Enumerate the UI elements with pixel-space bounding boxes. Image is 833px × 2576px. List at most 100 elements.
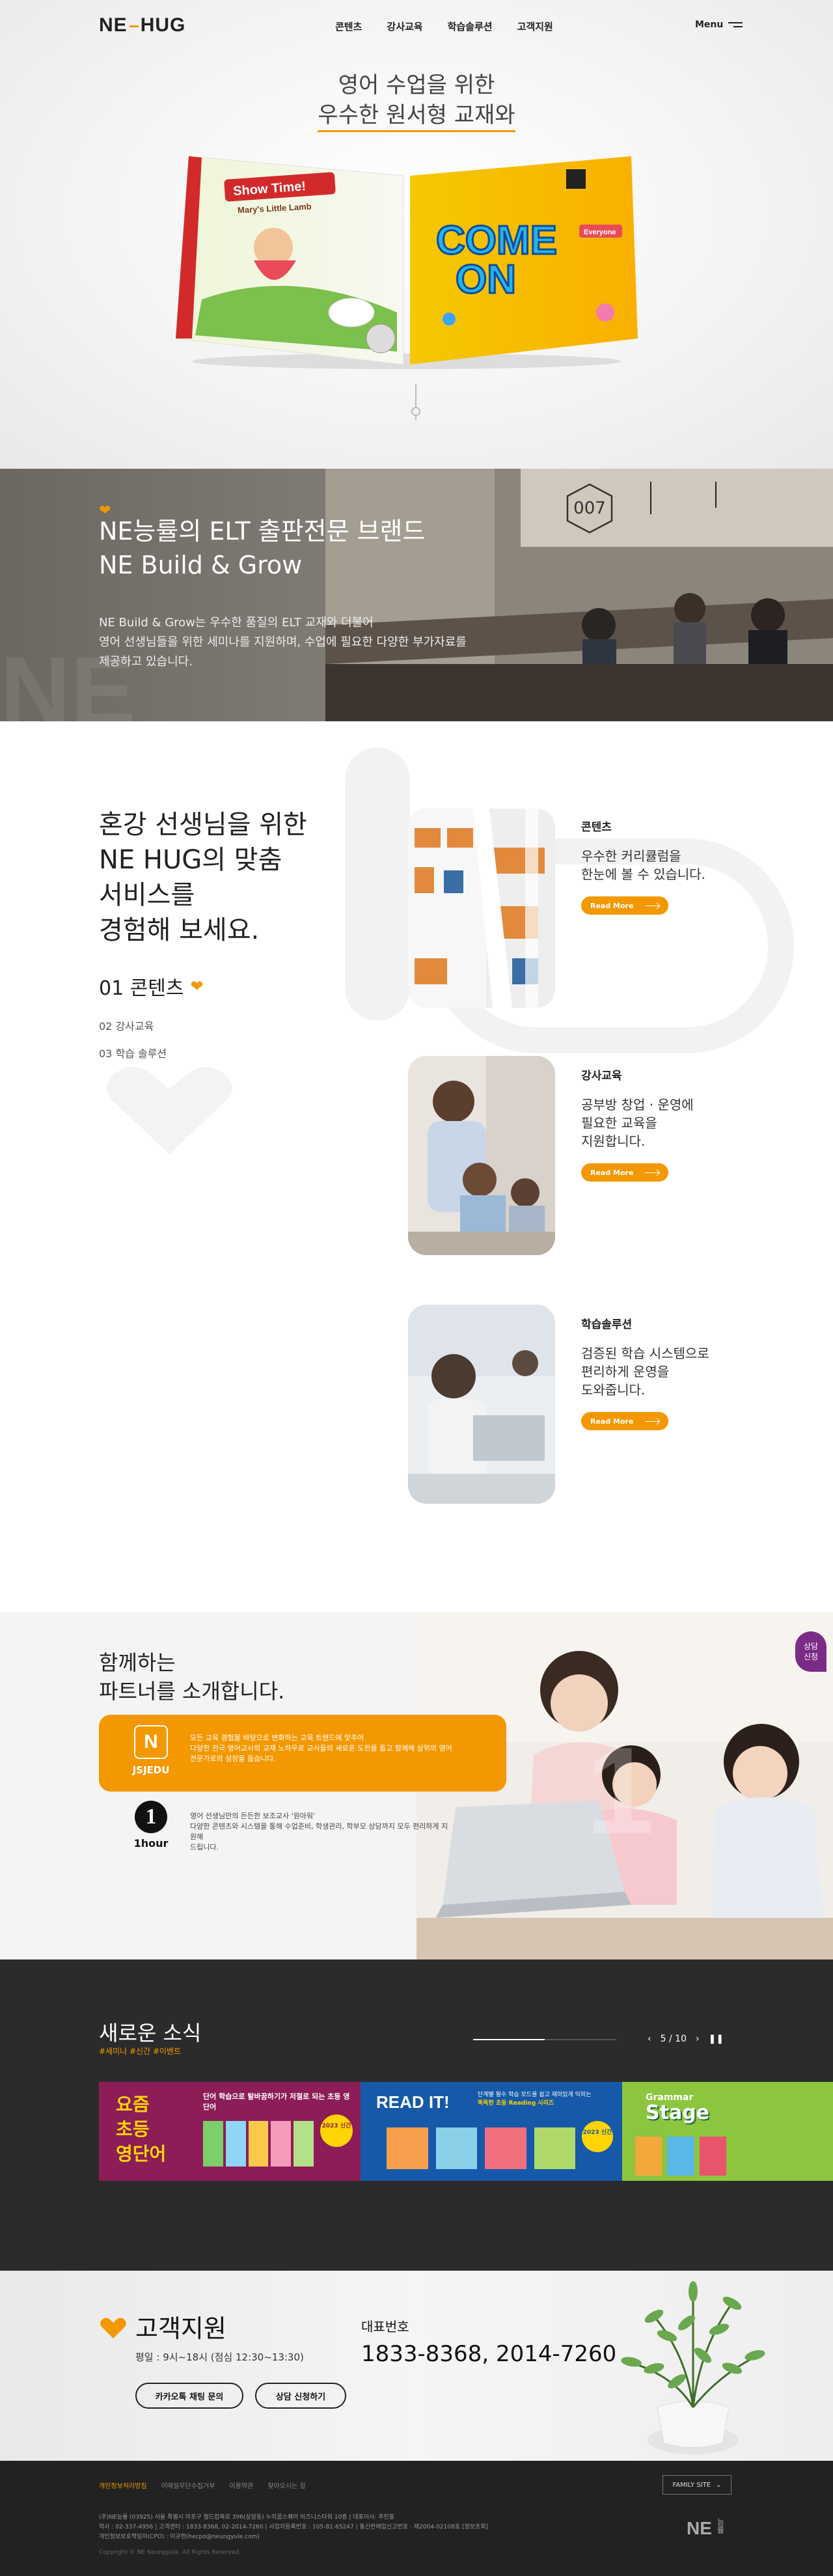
nav-item-teacher-training[interactable]: 강사교육 bbox=[387, 20, 422, 33]
teacher-training-title: 강사교육 bbox=[581, 1070, 622, 1083]
read-more-label: Read More bbox=[590, 1417, 634, 1426]
consult-request-button[interactable]: 상담 신청 bbox=[795, 1631, 826, 1672]
copyright: Copyright © NE Neungyule. All Rights Res… bbox=[99, 2549, 241, 2556]
hamburger-icon bbox=[728, 20, 743, 30]
banner-read-it-caption-line2: 똑똑한 초등 Reading 시리즈 bbox=[478, 2100, 554, 2107]
jsjedu-desc-line2: 다양한 전국 영어교사의 교재 노하우로 교사들의 새로운 도전을 돕고 함께해… bbox=[190, 1744, 452, 1752]
nav-item-learning-solution[interactable]: 학습솔루션 bbox=[448, 20, 493, 33]
contents-read-more-button[interactable]: Read More bbox=[581, 896, 669, 915]
consult-label-line2: 신청 bbox=[803, 1652, 819, 1661]
news-banner-vocab[interactable]: 요즘 초등 영단어 단어 학습으로 탈바꿈하기가 저절로 되는 초등 영단어 2… bbox=[99, 2082, 361, 2181]
footer-logo-text: NE bbox=[687, 2518, 712, 2538]
site-header: NE HUG 콘텐츠 강사교육 학습솔루션 고객지원 Menu bbox=[0, 0, 833, 52]
nav-item-contents[interactable]: 콘텐츠 bbox=[335, 20, 362, 33]
banner-vocab-title-line2: 초등 bbox=[116, 2118, 150, 2140]
teacher-training-text: 공부방 창업 · 운영에 필요한 교육을 지원합니다. bbox=[581, 1096, 694, 1150]
phone-label: 대표번호 bbox=[361, 2319, 409, 2334]
arrow-right-icon bbox=[645, 1172, 660, 1173]
learning-solution-text-line1: 검증된 학습 시스템으로 bbox=[581, 1346, 709, 1361]
chevron-down-icon: ⌄ bbox=[716, 2481, 722, 2489]
learning-solution-card-image[interactable] bbox=[408, 1305, 555, 1504]
plant-image bbox=[621, 2281, 765, 2454]
pause-icon[interactable]: ❚❚ bbox=[709, 2034, 724, 2044]
consult-apply-button[interactable]: 상담 신청하기 bbox=[255, 2383, 346, 2409]
pager-separator: / bbox=[668, 2034, 672, 2044]
logo-text-hug: HUG bbox=[140, 14, 186, 36]
privacy-policy-link[interactable]: 개인정보처리방침 bbox=[99, 2480, 147, 2490]
learning-solution-title: 학습솔루션 bbox=[581, 1318, 633, 1331]
support-section: 고객지원 평일 : 9시~18시 (점심 12:30~13:30) 카카오톡 채… bbox=[0, 2271, 833, 2461]
banner-read-it-title: READ IT! bbox=[376, 2092, 450, 2112]
contents-title: 콘텐츠 bbox=[581, 821, 612, 834]
main-nav: 콘텐츠 강사교육 학습솔루션 고객지원 bbox=[335, 20, 553, 33]
partners-heading: 함께하는 파트너를 소개합니다. bbox=[99, 1648, 284, 1706]
svg-text:1: 1 bbox=[586, 1722, 655, 1860]
directions-link[interactable]: 찾아오시는 길 bbox=[267, 2480, 305, 2490]
brand-title: NE능률의 ELT 출판전문 브랜드 NE Build & Grow bbox=[99, 514, 425, 582]
partners-heading-line1: 함께하는 bbox=[99, 1650, 176, 1675]
contents-text-line2: 한눈에 볼 수 있습니다. bbox=[581, 866, 706, 882]
onehour-desc-line2: 다양한 콘텐츠와 시스템을 통해 수업준비, 학생관리, 학부모 상담까지 모두… bbox=[190, 1822, 448, 1841]
news-banner-read-it[interactable]: READ IT! 단계별 필수 학습 모드를 쉽고 재미있게 익히는 똑똑한 초… bbox=[361, 2082, 622, 2181]
onehour-desc-line1: 영어 선생님만의 든든한 보조교사 '원아워' bbox=[190, 1812, 316, 1820]
scroll-indicator-dot[interactable] bbox=[411, 407, 420, 416]
jsjedu-logo: N JSJEDU bbox=[130, 1725, 172, 1776]
partners-heading-line2: 파트너를 소개합니다. bbox=[99, 1679, 285, 1704]
footer-links: 개인정보처리방침 이메일무단수집거부 이용약관 찾아오시는 길 bbox=[99, 2480, 306, 2490]
brand-desc-line2: 영어 선생님들을 위한 세미나를 지원하며, 수업에 필요한 다양한 부가자료를 bbox=[99, 635, 467, 649]
heart-icon: ❤ bbox=[190, 977, 204, 995]
tab-teacher-training[interactable]: 02 강사교육 bbox=[99, 1018, 204, 1033]
company-info-line1: (주)NE능률 (03925) 서울 특별시 마포구 월드컵북로 396(상암동… bbox=[99, 2514, 395, 2521]
services-section: 혼강 선생님을 위한 NE HUG의 맞춤 서비스를 경험해 보세요. 01 콘… bbox=[0, 721, 833, 1612]
decoration-bar bbox=[345, 747, 410, 1021]
brand-section: NE 007 ❤ NE능률의 ELT 출판전문 브랜드 NE Build & G… bbox=[0, 469, 833, 721]
hero-title-line2: 우수한 원서형 교재와 bbox=[318, 100, 515, 132]
teacher-training-info: 강사교육 공부방 창업 · 운영에 필요한 교육을 지원합니다. Read Mo… bbox=[581, 1066, 694, 1182]
contents-info: 콘텐츠 우수한 커리큘럼을 한눈에 볼 수 있습니다. Read More bbox=[581, 818, 705, 915]
family-site-select[interactable]: FAMILY SITE ⌄ bbox=[662, 2475, 731, 2495]
onehour-name: 1hour bbox=[133, 1837, 169, 1849]
onehour-description: 영어 선생님만의 든든한 보조교사 '원아워' 다양한 콘텐츠와 시스템을 통해… bbox=[190, 1811, 450, 1853]
pager-current: 5 bbox=[660, 2034, 666, 2044]
news-banner-grammar-stage[interactable]: Grammar Stage bbox=[622, 2082, 833, 2181]
banner-grammar-books bbox=[635, 2137, 726, 2176]
services-heading-line3: 서비스를 bbox=[99, 880, 195, 910]
jsjedu-desc-line1: 모든 교육 경험을 바탕으로 변화하는 교육 트렌드에 맞추어 bbox=[190, 1734, 364, 1742]
tab-contents[interactable]: 01 콘텐츠 ❤ bbox=[99, 972, 204, 1001]
banner-vocab-title-line1: 요즘 bbox=[116, 2094, 150, 2115]
teacher-training-card-image[interactable] bbox=[408, 1056, 555, 1255]
banner-vocab-books bbox=[203, 2121, 314, 2167]
teacher-training-text-line2: 필요한 교육을 bbox=[581, 1115, 657, 1131]
onehour-logo[interactable]: 1 1hour bbox=[130, 1801, 172, 1849]
support-hours: 평일 : 9시~18시 (점심 12:30~13:30) bbox=[135, 2351, 304, 2363]
kakao-chat-button[interactable]: 카카오톡 채팅 문의 bbox=[135, 2383, 243, 2409]
company-info: (주)NE능률 (03925) 서울 특별시 마포구 월드컵북로 396(상암동… bbox=[99, 2513, 554, 2542]
news-progress-fill bbox=[473, 2039, 545, 2040]
read-more-label: Read More bbox=[590, 901, 634, 910]
terms-link[interactable]: 이용약관 bbox=[229, 2480, 253, 2490]
chevron-right-icon[interactable]: › bbox=[696, 2034, 700, 2044]
chevron-left-icon[interactable]: ‹ bbox=[648, 2034, 651, 2044]
teacher-training-text-line1: 공부방 창업 · 운영에 bbox=[581, 1097, 694, 1113]
site-logo[interactable]: NE HUG bbox=[99, 14, 185, 36]
phone-number: 1833-8368, 2014-7260 bbox=[361, 2341, 617, 2367]
big-heart-icon bbox=[106, 1067, 232, 1154]
logo-text-ne: NE bbox=[99, 14, 128, 36]
services-tabs: 01 콘텐츠 ❤ 02 강사교육 03 학습 솔루션 bbox=[99, 972, 204, 1060]
nav-item-customer-support[interactable]: 고객지원 bbox=[517, 20, 553, 33]
brand-title-line1: NE능률의 ELT 출판전문 브랜드 bbox=[99, 517, 426, 546]
jsjedu-desc-line3: 전문가로의 성장을 돕습니다. bbox=[190, 1754, 276, 1763]
menu-button[interactable]: Menu bbox=[695, 20, 743, 30]
book-right-badge: Everyone bbox=[584, 229, 616, 236]
teacher-training-read-more-button[interactable]: Read More bbox=[581, 1163, 669, 1182]
contents-card-image[interactable] bbox=[408, 809, 555, 1008]
tab-learning-solution[interactable]: 03 학습 솔루션 bbox=[99, 1045, 204, 1060]
learning-solution-text: 검증된 학습 시스템으로 편리하게 운영을 도와줍니다. bbox=[581, 1344, 709, 1399]
email-refusal-link[interactable]: 이메일무단수집거부 bbox=[161, 2480, 215, 2490]
footer-logo[interactable]: NE 능률 bbox=[687, 2518, 725, 2539]
banner-read-it-badge: 2023 신간 bbox=[582, 2121, 613, 2152]
tab-contents-label: 01 콘텐츠 bbox=[99, 977, 184, 1000]
arrow-right-icon bbox=[645, 1420, 660, 1422]
learning-solution-read-more-button[interactable]: Read More bbox=[581, 1412, 669, 1430]
partner-jsjedu-card[interactable]: N JSJEDU 모든 교육 경험을 바탕으로 변화하는 교육 트렌드에 맞추어… bbox=[99, 1715, 506, 1792]
